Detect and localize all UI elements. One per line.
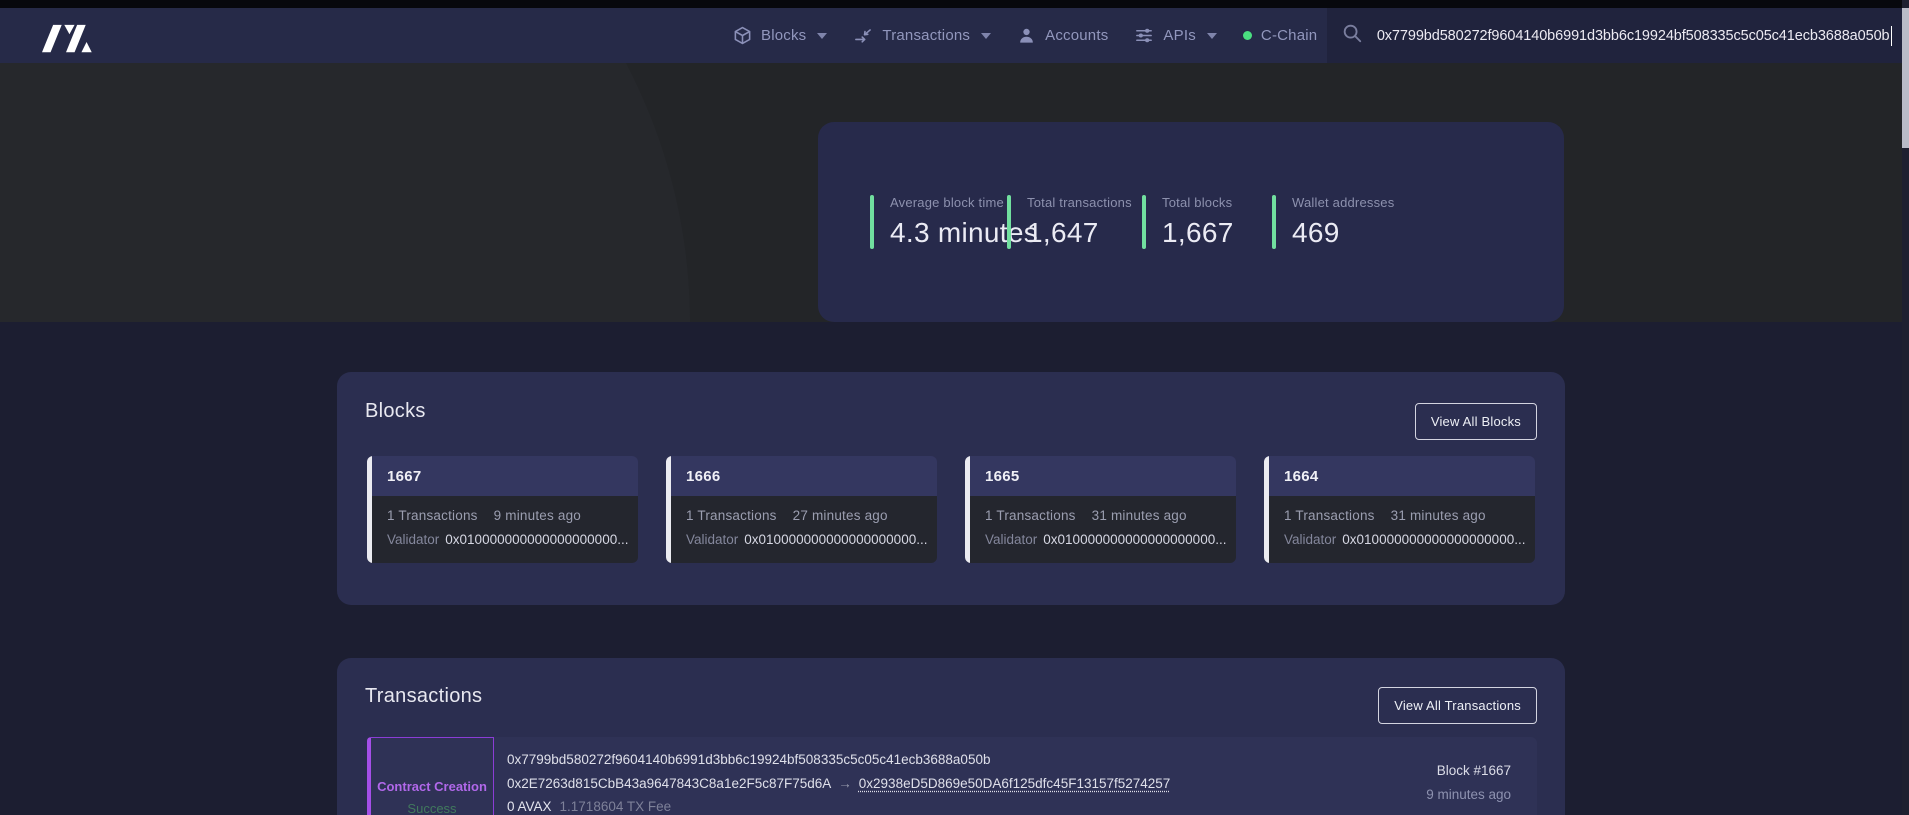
validator-label: Validator [1284, 532, 1336, 547]
arrow-right-icon: → [838, 776, 852, 791]
transactions-section-title: Transactions [365, 685, 482, 708]
transaction-fee: 1.1718604 TX Fee [560, 799, 672, 814]
block-card-1664[interactable]: 1664 1 Transactions 31 minutes ago Valid… [1264, 456, 1535, 563]
stats-card: Average block time 4.3 minutes Total tra… [818, 122, 1564, 322]
transaction-block-link[interactable]: Block #1667 [1426, 763, 1511, 778]
validator-hash[interactable]: 0x010000000000000000000... [1342, 532, 1525, 547]
stat-label: Wallet addresses [1292, 195, 1394, 210]
block-age: 31 minutes ago [1092, 508, 1187, 523]
block-tx-count: 1 Transactions [1284, 508, 1375, 523]
nav-label: Accounts [1045, 27, 1108, 44]
stat-value: 1,667 [1162, 217, 1234, 249]
search-value: 0x7799bd580272f9604140b6991d3bb6c19924bf… [1377, 28, 1890, 44]
chain-status-dot [1243, 31, 1252, 40]
validator-hash[interactable]: 0x010000000000000000000... [1043, 532, 1226, 547]
block-number[interactable]: 1667 [387, 468, 422, 485]
transaction-value: 0 AVAX [507, 799, 552, 814]
transaction-age: 9 minutes ago [1426, 787, 1511, 802]
transaction-type-cell: Contract Creation Success [367, 737, 494, 815]
nav-item-transactions[interactable]: Transactions [853, 26, 991, 45]
from-address[interactable]: 0x2E7263d815CbB43a9647843C8a1e2F5c87F75d… [507, 776, 831, 791]
stat-accent-bar [1007, 195, 1011, 249]
validator-hash[interactable]: 0x010000000000000000000... [445, 532, 628, 547]
sliders-icon [1134, 26, 1154, 45]
block-age: 31 minutes ago [1391, 508, 1486, 523]
blocks-section-title: Blocks [365, 400, 426, 423]
search-value-wrap: 0x7799bd580272f9604140b6991d3bb6c19924bf… [1375, 26, 1892, 46]
nav-item-chain-select[interactable]: C-Chain [1243, 27, 1338, 44]
validator-label: Validator [686, 532, 738, 547]
block-number[interactable]: 1666 [686, 468, 721, 485]
view-all-transactions-button[interactable]: View All Transactions [1378, 687, 1537, 724]
validator-hash[interactable]: 0x010000000000000000000... [744, 532, 927, 547]
stat-label: Total blocks [1162, 195, 1234, 210]
swap-arrows-icon [853, 26, 873, 45]
navbar: Blocks Transactions Accounts [0, 8, 1909, 63]
transactions-section: Transactions View All Transactions Contr… [337, 658, 1565, 815]
search-icon [1341, 22, 1363, 49]
block-number[interactable]: 1664 [1284, 468, 1319, 485]
block-card-1666[interactable]: 1666 1 Transactions 27 minutes ago Valid… [666, 456, 937, 563]
nav-label: Blocks [761, 27, 806, 44]
block-accent-bar [1264, 456, 1269, 563]
transaction-meta: Block #1667 9 minutes ago [1426, 763, 1511, 802]
chevron-down-icon [1207, 33, 1217, 39]
chevron-down-icon [981, 33, 991, 39]
transaction-row[interactable]: Contract Creation Success 0x7799bd580272… [367, 737, 1537, 815]
stat-accent-bar [870, 195, 874, 249]
stat-value: 1,647 [1027, 217, 1132, 249]
nav-label: APIs [1163, 27, 1195, 44]
page-scrollbar[interactable] [1902, 0, 1909, 815]
stat-label: Total transactions [1027, 195, 1132, 210]
nav-item-blocks[interactable]: Blocks [733, 26, 827, 45]
stat-total-blocks: Total blocks 1,667 [1142, 195, 1272, 249]
stat-value: 469 [1292, 217, 1394, 249]
nav-label: C-Chain [1261, 27, 1317, 44]
block-tx-count: 1 Transactions [387, 508, 478, 523]
nav-items: Blocks Transactions Accounts [733, 8, 1391, 63]
stat-average-block-time: Average block time 4.3 minutes [870, 195, 1007, 249]
blocks-row: 1667 1 Transactions 9 minutes ago Valida… [367, 456, 1535, 563]
text-cursor [1891, 26, 1893, 46]
transaction-type: Contract Creation [377, 779, 487, 794]
transaction-hash[interactable]: 0x7799bd580272f9604140b6991d3bb6c19924bf… [507, 752, 990, 767]
block-age: 27 minutes ago [793, 508, 888, 523]
nav-item-apis[interactable]: APIs [1134, 26, 1216, 45]
validator-label: Validator [387, 532, 439, 547]
block-tx-count: 1 Transactions [985, 508, 1076, 523]
block-accent-bar [367, 456, 372, 563]
person-icon [1017, 26, 1036, 45]
block-age: 9 minutes ago [494, 508, 581, 523]
view-all-blocks-button[interactable]: View All Blocks [1415, 403, 1537, 440]
to-address-link[interactable]: 0x2938eD5D869e50DA6f125dfc45F13157f52742… [859, 776, 1171, 791]
stat-accent-bar [1142, 195, 1146, 249]
nav-item-accounts[interactable]: Accounts [1017, 26, 1108, 45]
block-card-1665[interactable]: 1665 1 Transactions 31 minutes ago Valid… [965, 456, 1236, 563]
transaction-status-badge: Success [407, 801, 456, 815]
validator-label: Validator [985, 532, 1037, 547]
hero-decor-curve [0, 63, 690, 322]
chevron-down-icon [817, 33, 827, 39]
scrollbar-thumb[interactable] [1902, 8, 1909, 148]
window-top-strip [0, 0, 1909, 8]
blocks-section: Blocks View All Blocks 1667 1 Transactio… [337, 372, 1565, 605]
block-card-1667[interactable]: 1667 1 Transactions 9 minutes ago Valida… [367, 456, 638, 563]
block-accent-bar [666, 456, 671, 563]
cube-icon [733, 26, 752, 45]
block-accent-bar [965, 456, 970, 563]
avalanche-logo[interactable] [38, 18, 94, 54]
stat-accent-bar [1272, 195, 1276, 249]
block-number[interactable]: 1665 [985, 468, 1020, 485]
transaction-details: 0x7799bd580272f9604140b6991d3bb6c19924bf… [507, 752, 1170, 815]
nav-label: Transactions [882, 27, 970, 44]
search-input[interactable]: 0x7799bd580272f9604140b6991d3bb6c19924bf… [1327, 8, 1902, 63]
stat-total-transactions: Total transactions 1,647 [1007, 195, 1142, 249]
hero-band: Average block time 4.3 minutes Total tra… [0, 63, 1909, 322]
block-tx-count: 1 Transactions [686, 508, 777, 523]
stat-wallet-addresses: Wallet addresses 469 [1272, 195, 1394, 249]
